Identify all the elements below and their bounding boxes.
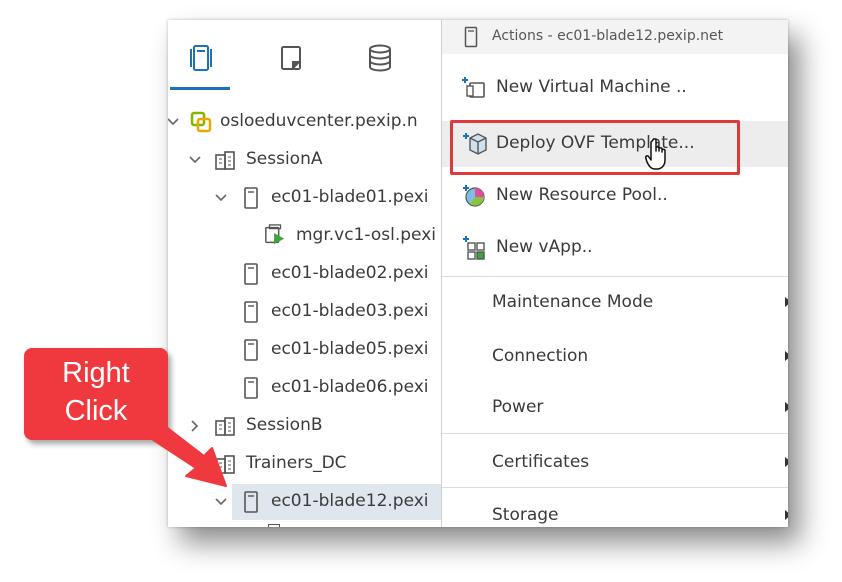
menu-item-label: New Virtual Machine .. [496, 77, 687, 97]
tree-item-label: mgr.vc1-osl.pexi [296, 225, 436, 245]
vms-and-templates-tab[interactable] [271, 38, 311, 78]
menu-item-new-vm[interactable]: New Virtual Machine .. [442, 65, 788, 111]
submenu-arrow-icon [785, 457, 788, 467]
host-icon [240, 376, 262, 400]
vapp-icon [462, 235, 488, 261]
menu-item-storage[interactable]: Storage [442, 493, 788, 527]
tree-item-label: ec01-blade12.pexi [271, 491, 429, 511]
tree-item-blade06[interactable]: ec01-blade06.pexi [168, 370, 443, 406]
menu-item-label: Maintenance Mode [492, 292, 654, 312]
host-icon [240, 300, 262, 324]
hosts-and-clusters-tab[interactable] [181, 38, 221, 78]
database-icon [369, 44, 391, 72]
chevron-down-icon[interactable] [188, 153, 202, 167]
menu-item-power[interactable]: Power [442, 385, 788, 431]
menu-item-connection[interactable]: Connection [442, 334, 788, 380]
tree-item-blade03[interactable]: ec01-blade03.pexi [168, 294, 443, 330]
tree-item-label: ec01-blade05.pexi [271, 339, 429, 359]
tree-item-label: SessionA [246, 149, 323, 169]
vms-and-templates-icon [281, 46, 301, 70]
navigator-tabs [168, 20, 443, 94]
vm-icon [264, 223, 286, 247]
resource-pool-icon [462, 183, 488, 209]
chevron-down-icon[interactable] [214, 191, 228, 205]
context-menu-title: Actions - ec01-blade12.pexip.net [492, 28, 724, 44]
tree-item-blade01[interactable]: ec01-blade01.pexi [168, 180, 443, 216]
host-icon [268, 524, 280, 527]
menu-divider [442, 433, 788, 434]
deploy-ovf-highlight-box [450, 120, 740, 175]
menu-item-certificates[interactable]: Certificates [442, 440, 788, 486]
menu-item-label: Connection [492, 346, 589, 366]
menu-item-new-vapp[interactable]: New vApp.. [442, 225, 788, 271]
menu-item-maintenance-mode[interactable]: Maintenance Mode [442, 280, 788, 326]
tree-item-label: ec01-blade03.pexi [271, 301, 429, 321]
menu-item-label: New vApp.. [496, 237, 593, 257]
vcenter-icon [190, 110, 212, 134]
chevron-down-icon[interactable] [214, 495, 228, 509]
menu-item-label: Certificates [492, 452, 590, 472]
context-menu: Actions - ec01-blade12.pexip.net New Vir… [441, 20, 788, 527]
submenu-arrow-icon [785, 351, 788, 361]
callout-arrow-icon [131, 415, 227, 487]
menu-item-new-resource-pool[interactable]: New Resource Pool.. [442, 173, 788, 219]
menu-divider [442, 276, 788, 277]
tree-item-sessiona[interactable]: SessionA [168, 142, 443, 178]
tree-item-vm[interactable]: mgr.vc1-osl.pexi [168, 218, 443, 254]
new-vm-icon [462, 75, 488, 101]
host-icon [240, 186, 262, 210]
tree-item-label: Trainers_DC [246, 453, 347, 473]
host-icon [464, 26, 478, 52]
vsphere-screenshot: osloeduvcenter.pexip.n SessionA ec01-bla… [168, 20, 788, 527]
tree-item-label: osloeduvcenter.pexip.n [220, 111, 418, 131]
context-menu-header: Actions - ec01-blade12.pexip.net [442, 20, 788, 54]
callout-line-1: Right [62, 357, 130, 389]
tree-item-blade05[interactable]: ec01-blade05.pexi [168, 332, 443, 368]
tree-item-label: ec01-blade02.pexi [271, 263, 429, 283]
tree-item-label: ec01-blade01.pexi [271, 187, 429, 207]
menu-divider [442, 487, 788, 488]
host-icon [240, 338, 262, 362]
tree-item-vcenter[interactable]: osloeduvcenter.pexip.n [168, 104, 443, 140]
menu-item-label: New Resource Pool.. [496, 185, 668, 205]
datacenter-icon [214, 148, 236, 172]
menu-item-label: Storage [492, 505, 559, 525]
tree-item-label: ec01-blade06.pexi [271, 377, 429, 397]
hand-cursor-icon [645, 138, 666, 170]
storage-tab[interactable] [360, 38, 400, 78]
hosts-and-clusters-icon [190, 45, 212, 71]
host-icon [240, 262, 262, 286]
submenu-arrow-icon [785, 510, 788, 520]
submenu-arrow-icon [785, 402, 788, 412]
submenu-arrow-icon [785, 297, 788, 307]
chevron-down-icon[interactable] [168, 115, 180, 129]
tree-item-blade02[interactable]: ec01-blade02.pexi [168, 256, 443, 292]
active-tab-indicator [170, 87, 230, 90]
menu-item-label: Power [492, 397, 544, 417]
tree-item-label: SessionB [246, 415, 323, 435]
